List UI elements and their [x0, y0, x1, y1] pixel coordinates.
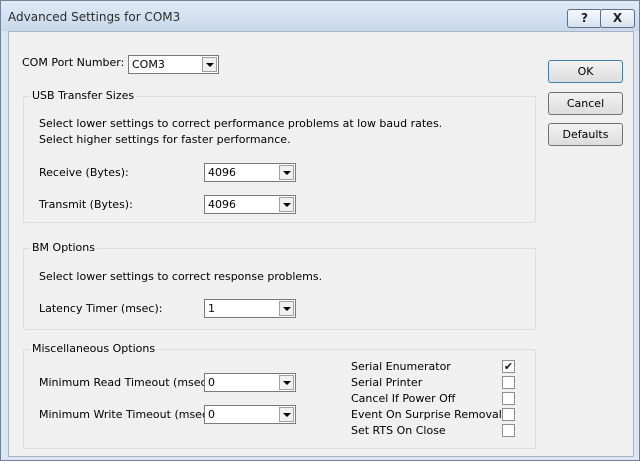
set-rts-on-close-checkbox[interactable] — [502, 424, 515, 437]
min-write-timeout-label: Minimum Write Timeout (msec): — [39, 408, 216, 421]
com-port-value: COM3 — [132, 58, 165, 71]
receive-value: 4096 — [208, 166, 236, 179]
dialog-client-area: COM Port Number: COM3 OK Cancel Defaults… — [8, 31, 634, 457]
serial-printer-checkbox[interactable] — [502, 376, 515, 389]
latency-timer-select[interactable]: 1 — [204, 299, 296, 318]
window-title: Advanced Settings for COM3 — [8, 10, 181, 24]
receive-select[interactable]: 4096 — [204, 163, 296, 182]
transmit-select[interactable]: 4096 — [204, 195, 296, 214]
chevron-down-icon[interactable] — [279, 375, 294, 390]
event-on-surprise-removal-label: Event On Surprise Removal — [351, 408, 502, 421]
min-read-timeout-label: Minimum Read Timeout (msec): — [39, 376, 215, 389]
help-button[interactable]: ? — [567, 9, 602, 28]
cancel-button[interactable]: Cancel — [548, 92, 623, 115]
serial-enumerator-label: Serial Enumerator — [351, 360, 451, 373]
usb-group-legend: USB Transfer Sizes — [30, 89, 137, 102]
min-read-timeout-select[interactable]: 0 — [204, 373, 296, 392]
transmit-label: Transmit (Bytes): — [39, 198, 133, 211]
settings-dialog: Advanced Settings for COM3 ? X COM Port … — [0, 0, 640, 461]
set-rts-on-close-label: Set RTS On Close — [351, 424, 446, 437]
serial-printer-label: Serial Printer — [351, 376, 423, 389]
close-icon: X — [612, 11, 623, 25]
chevron-down-icon[interactable] — [279, 301, 294, 316]
transmit-value: 4096 — [208, 198, 236, 211]
cancel-if-power-off-checkbox[interactable] — [502, 392, 515, 405]
event-on-surprise-removal-checkbox[interactable] — [502, 408, 515, 421]
latency-timer-label: Latency Timer (msec): — [39, 302, 163, 315]
misc-options-group: Miscellaneous Options — [23, 342, 536, 449]
title-bar[interactable]: Advanced Settings for COM3 ? X — [1, 1, 639, 31]
defaults-button[interactable]: Defaults — [548, 123, 623, 146]
min-write-timeout-value: 0 — [208, 408, 215, 421]
cancel-if-power-off-label: Cancel If Power Off — [351, 392, 456, 405]
close-button[interactable]: X — [600, 9, 635, 28]
bm-description: Select lower settings to correct respons… — [39, 270, 323, 283]
min-write-timeout-select[interactable]: 0 — [204, 405, 296, 424]
chevron-down-icon[interactable] — [202, 57, 217, 72]
ok-button[interactable]: OK — [548, 60, 623, 83]
com-port-label: COM Port Number: — [22, 56, 125, 69]
misc-group-legend: Miscellaneous Options — [30, 342, 158, 355]
receive-label: Receive (Bytes): — [39, 166, 129, 179]
chevron-down-icon[interactable] — [279, 407, 294, 422]
help-icon: ? — [581, 11, 588, 25]
bm-group-legend: BM Options — [30, 241, 97, 254]
com-port-select[interactable]: COM3 — [128, 55, 219, 74]
usb-description-2: Select higher settings for faster perfor… — [39, 133, 291, 146]
chevron-down-icon[interactable] — [279, 197, 294, 212]
min-read-timeout-value: 0 — [208, 376, 215, 389]
chevron-down-icon[interactable] — [279, 165, 294, 180]
usb-description-1: Select lower settings to correct perform… — [39, 117, 443, 130]
latency-timer-value: 1 — [208, 302, 215, 315]
serial-enumerator-checkbox[interactable]: ✔ — [502, 360, 515, 373]
